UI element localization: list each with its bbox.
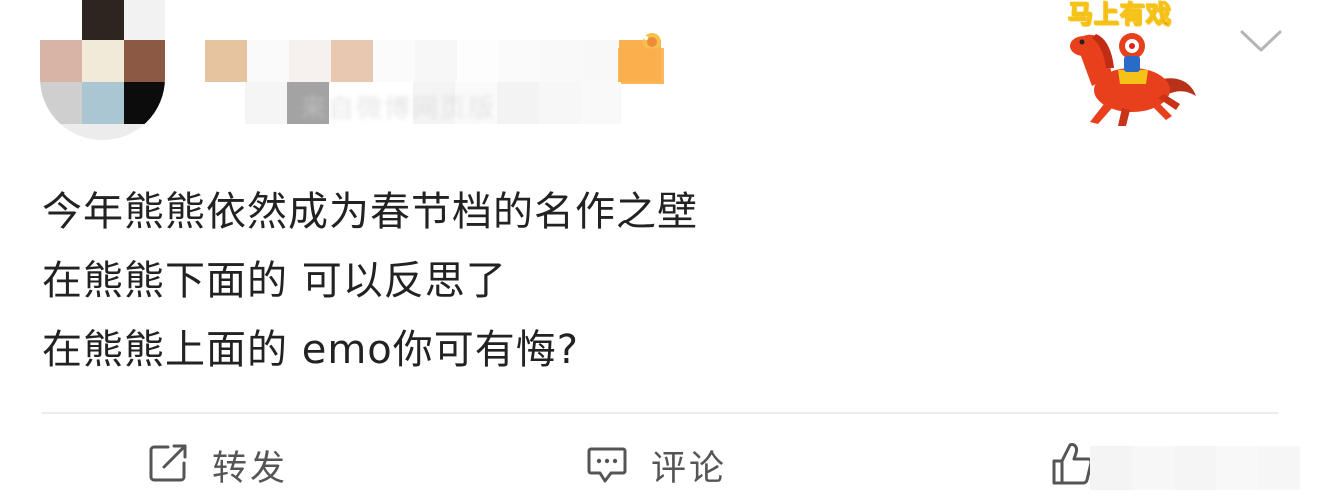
post-source-text: 来自微博网页版: [300, 94, 497, 124]
comment-button[interactable]: 评论: [585, 438, 727, 492]
comment-label: 评论: [651, 448, 728, 489]
like-count: [1090, 446, 1312, 490]
comment-icon: [585, 441, 629, 489]
weibo-post-card: 来自微博网页版 马上有戏 今年熊熊依然成为春节档的名作之壁 在熊熊下面的 可以反…: [0, 0, 1320, 497]
horse-sticker: 马上有戏: [1040, 0, 1200, 128]
repost-icon: [146, 441, 190, 489]
chevron-down-icon[interactable]: [1238, 26, 1284, 56]
divider: [42, 412, 1278, 414]
post-content-line-1: 今年熊熊依然成为春节档的名作之壁: [42, 189, 698, 235]
post-content-line-2: 在熊熊下面的 可以反思了: [42, 258, 507, 304]
vip-badge-icon[interactable]: [618, 28, 678, 84]
like-button[interactable]: [1050, 438, 1094, 492]
avatar[interactable]: [40, 0, 165, 140]
like-icon: [1050, 439, 1094, 491]
horse-icon: [1070, 33, 1196, 126]
repost-label: 转发: [212, 448, 289, 489]
post-content-line-3: 在熊熊上面的 emo你可有悔?: [42, 327, 579, 373]
post-content: 今年熊熊依然成为春节档的名作之壁 在熊熊下面的 可以反思了 在熊熊上面的 emo…: [42, 178, 1242, 385]
repost-button[interactable]: 转发: [146, 438, 288, 492]
